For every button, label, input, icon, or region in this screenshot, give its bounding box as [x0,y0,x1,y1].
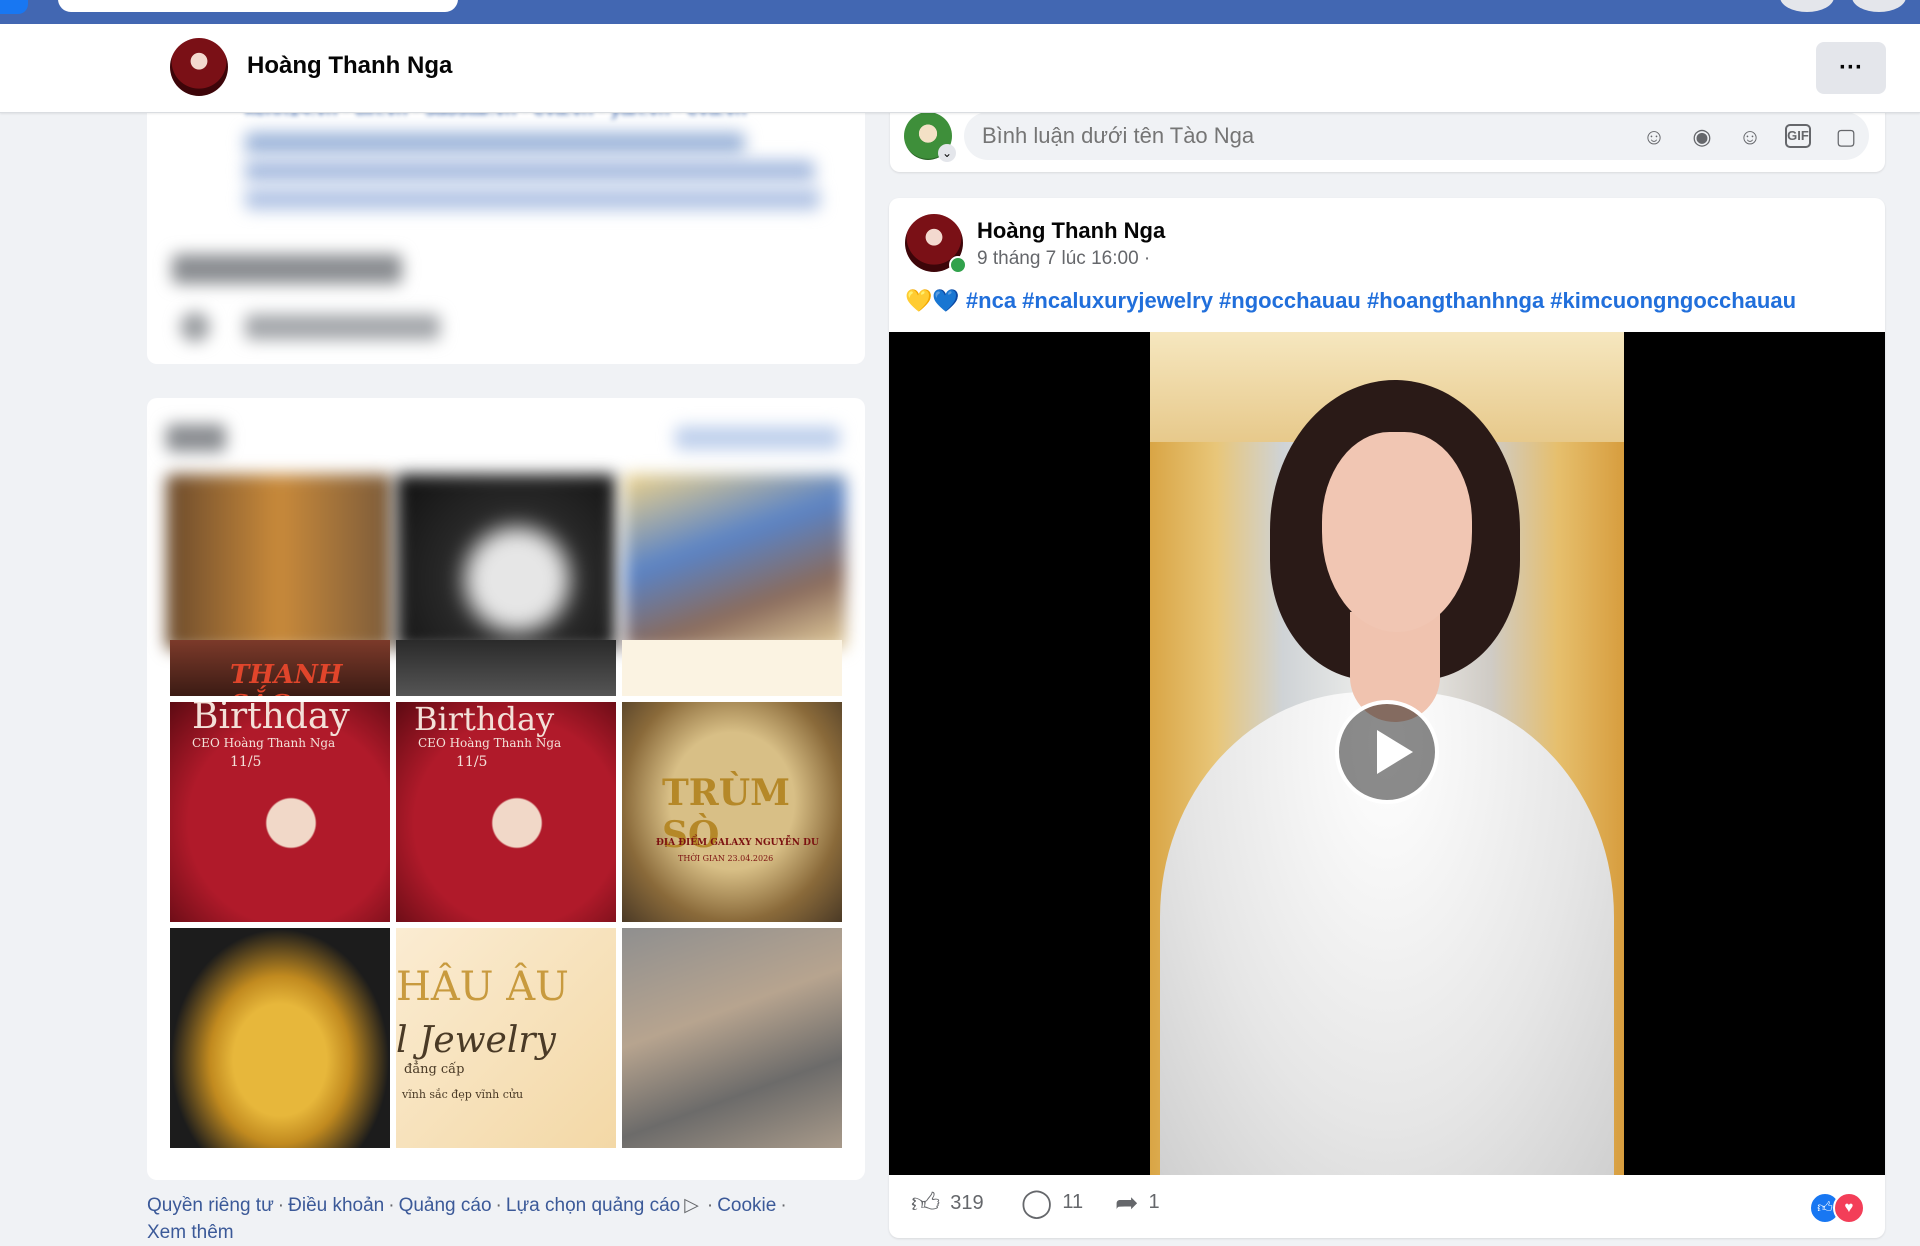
photo-caption: vĩnh sắc đẹp vĩnh cửu [402,1088,524,1101]
search-field[interactable] [58,0,458,12]
comment-bubble-icon: ◯ [1021,1187,1053,1218]
post-card: Hoàng Thanh Nga 9 tháng 7 lúc 16:00 · 💛💙… [889,198,1885,1238]
blurred-photo [396,474,616,650]
menu-button[interactable] [1780,0,1834,12]
photo-caption: 11/5 [456,754,488,770]
reaction-summary[interactable]: 👍︎ ♥ [1809,1192,1865,1224]
terms-link[interactable]: Điều khoản [288,1195,384,1216]
advertising-link[interactable]: Quảng cáo [399,1195,492,1216]
photo-thumbnail[interactable] [396,640,616,696]
photo-caption: CEO Hoàng Thanh Nga [192,736,336,750]
ad-choices-link[interactable]: Lựa chọn quảng cáo [506,1195,680,1216]
photo-caption: l Jewelry [396,1020,556,1061]
more-options-button[interactable]: ··· [1816,42,1886,94]
like-button[interactable]: 👍︎ 319 [911,1186,984,1220]
post-timestamp[interactable]: 9 tháng 7 lúc 16:00 · [977,248,1150,270]
photo-caption: đẳng cấp [404,1062,465,1077]
profile-name[interactable]: Hoàng Thanh Nga [247,52,452,80]
profile-sticky-header: Hoàng Thanh Nga ··· [0,24,1920,113]
avatar-sticker-icon[interactable]: ☺ [1641,124,1667,150]
ad-choices-icon: ▷ [684,1195,699,1216]
comment-composer: ⌄ ☺ ◉ ☺ GIF ▢ [890,104,1885,172]
top-navigation-bar [0,0,1920,24]
see-more-link[interactable]: Xem thêm [147,1222,234,1243]
comment-tools: ☺ ◉ ☺ GIF ▢ [1641,124,1859,150]
emoji-face-icon[interactable]: ◉ [1689,124,1715,150]
photo-caption: HÂU ÂU [396,964,569,1010]
online-status-icon [949,256,967,274]
cookies-link[interactable]: Cookie [717,1195,776,1216]
blurred-heading [166,424,226,452]
photo-caption: Birthday [192,702,350,737]
blurred-text [245,314,440,340]
photo-thumbnail[interactable]: TRÙM SÒ ĐỊA ĐIỂM GALAXY NGUYỄN DU THỜI G… [622,702,842,922]
photo-grid: THANH SẮC Birthday CEO Hoàng Thanh Nga 1… [170,640,842,1148]
heart-emojis: 💛💙 [905,288,960,313]
post-author-name[interactable]: Hoàng Thanh Nga [977,218,1165,244]
photo-thumbnail[interactable]: Birthday CEO Hoàng Thanh Nga 11/5 [170,702,390,922]
smile-icon[interactable]: ☺ [1737,124,1763,150]
photo-caption: THANH SẮC [230,660,343,696]
blurred-text [245,160,815,182]
profile-avatar[interactable] [170,38,228,96]
post-caption: 💛💙 #nca #ncaluxuryjewelry #ngocchauau #h… [905,288,1796,314]
photo-thumbnail[interactable] [170,928,390,1148]
share-arrow-icon: ➦ [1115,1187,1139,1218]
share-count: 1 [1148,1191,1160,1213]
video-player[interactable] [889,332,1885,1175]
photo-caption: CEO Hoàng Thanh Nga [418,736,562,750]
photo-caption: THỜI GIAN 23.04.2026 [678,854,774,863]
photo-caption: ĐỊA ĐIỂM GALAXY NGUYỄN DU [656,838,819,848]
photo-thumbnail[interactable] [622,928,842,1148]
love-reaction-icon: ♥ [1833,1192,1865,1224]
blurred-icon [180,312,210,342]
blurred-photo [166,474,392,650]
footer-links: Quyền riêng tư · Điều khoản · Quảng cáo · Lựa … [147,1195,787,1243]
share-button[interactable]: ➦ 1 [1115,1186,1160,1219]
gif-icon[interactable]: GIF [1785,124,1811,148]
privacy-link[interactable]: Quyền riêng tư [147,1195,274,1216]
thumbs-up-icon: 👍︎ [911,1187,941,1218]
play-icon[interactable] [1335,700,1439,804]
photo-caption: 11/5 [230,754,262,770]
photo-thumbnail[interactable]: Birthday CEO Hoàng Thanh Nga 11/5 [396,702,616,922]
facebook-logo-icon[interactable] [0,0,28,14]
post-actions-bar: 👍︎ 319 ◯ 11 ➦ 1 👍︎ ♥ [889,1186,1885,1234]
comment-count: 11 [1062,1191,1084,1213]
chevron-down-icon[interactable]: ⌄ [938,144,956,162]
account-button[interactable] [1852,0,1906,12]
photo-thumbnail[interactable]: HÂU ÂU l Jewelry đẳng cấp vĩnh sắc đẹp v… [396,928,616,1148]
blurred-photo [624,474,846,650]
photo-caption: Birthday [414,702,555,738]
like-count: 319 [950,1191,984,1214]
blurred-text [245,132,745,154]
photo-thumbnail[interactable] [622,640,842,696]
post-hashtags[interactable]: #nca #ncaluxuryjewelry #ngocchauau #hoan… [966,288,1796,313]
blurred-heading [172,254,402,284]
blurred-link [675,426,840,450]
sticker-icon[interactable]: ▢ [1833,124,1859,150]
photo-thumbnail[interactable]: THANH SẮC [170,640,390,696]
comment-button[interactable]: ◯ 11 [1021,1186,1083,1219]
blurred-text [245,188,820,210]
